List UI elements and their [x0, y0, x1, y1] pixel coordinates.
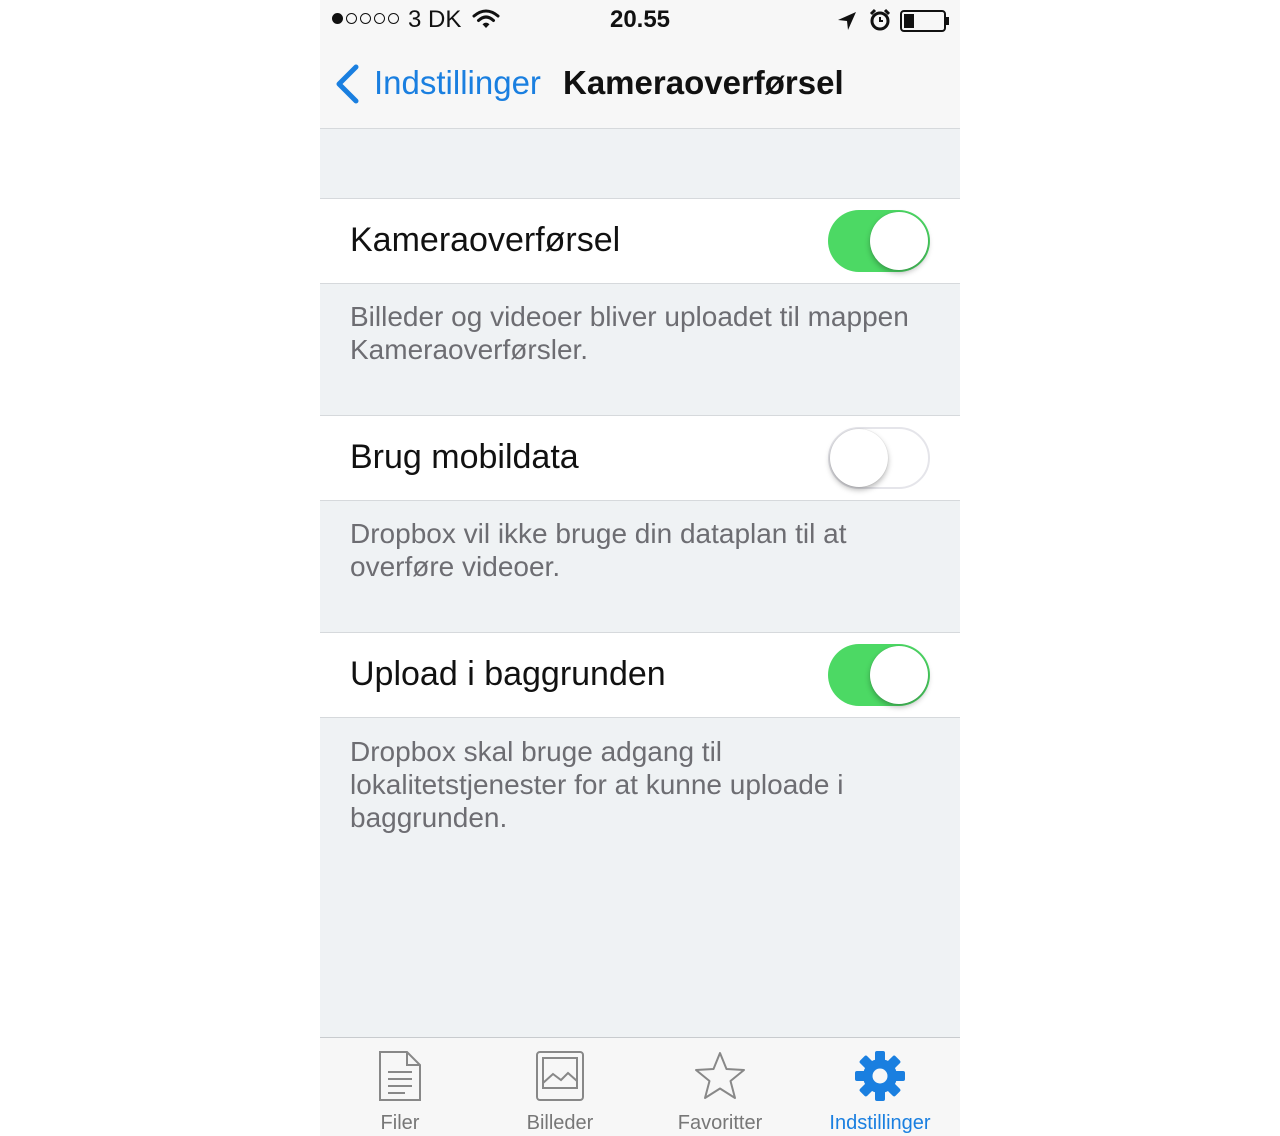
back-chevron-icon[interactable] [334, 64, 360, 109]
background-upload-toggle[interactable] [828, 644, 930, 706]
photo-icon [535, 1050, 585, 1107]
navigation-bar: Indstillinger Kameraoverførsel [320, 40, 960, 128]
tab-label: Filer [380, 1112, 420, 1134]
setting-row-background-upload: Upload i baggrunden [320, 632, 960, 718]
document-icon [377, 1050, 423, 1107]
setting-label: Upload i baggrunden [350, 655, 666, 693]
tab-files[interactable]: Filer [320, 1038, 480, 1136]
setting-label: Kameraoverførsel [350, 221, 621, 259]
tab-bar: Filer Billeder Favoritter Indstillinger [320, 1037, 960, 1136]
tab-settings[interactable]: Indstillinger [800, 1038, 960, 1136]
battery-icon [900, 10, 950, 39]
page-title: Kameraoverførsel [563, 64, 844, 101]
gear-icon [854, 1050, 906, 1107]
tab-label: Indstillinger [829, 1112, 931, 1134]
setting-footer-text: Dropbox skal bruge adgang til lokalitets… [350, 736, 844, 833]
setting-footer-text: Dropbox vil ikke bruge din dataplan til … [350, 518, 847, 582]
setting-row-mobile-data: Brug mobildata [320, 415, 960, 501]
status-bar: 3 DK 20.55 [320, 0, 960, 40]
phone-screen: 3 DK 20.55 Indstillinger Kameraoverførse… [320, 0, 960, 1136]
status-time: 20.55 [609, 6, 671, 33]
tab-label: Favoritter [677, 1112, 763, 1134]
back-button[interactable]: Indstillinger [374, 64, 541, 102]
tab-photos[interactable]: Billeder [480, 1038, 640, 1136]
mobile-data-toggle[interactable] [828, 427, 930, 489]
tab-favorites[interactable]: Favoritter [640, 1038, 800, 1136]
top-bar: 3 DK 20.55 Indstillinger Kameraoverførse… [320, 0, 960, 129]
setting-row-camera-upload: Kameraoverførsel [320, 198, 960, 284]
tab-label: Billeder [526, 1112, 594, 1134]
alarm-clock-icon [868, 8, 892, 39]
setting-footer-text: Billeder og videoer bliver uploadet til … [350, 301, 909, 365]
camera-upload-toggle[interactable] [828, 210, 930, 272]
star-icon [693, 1050, 747, 1107]
location-arrow-icon [836, 10, 858, 39]
setting-label: Brug mobildata [350, 438, 579, 476]
